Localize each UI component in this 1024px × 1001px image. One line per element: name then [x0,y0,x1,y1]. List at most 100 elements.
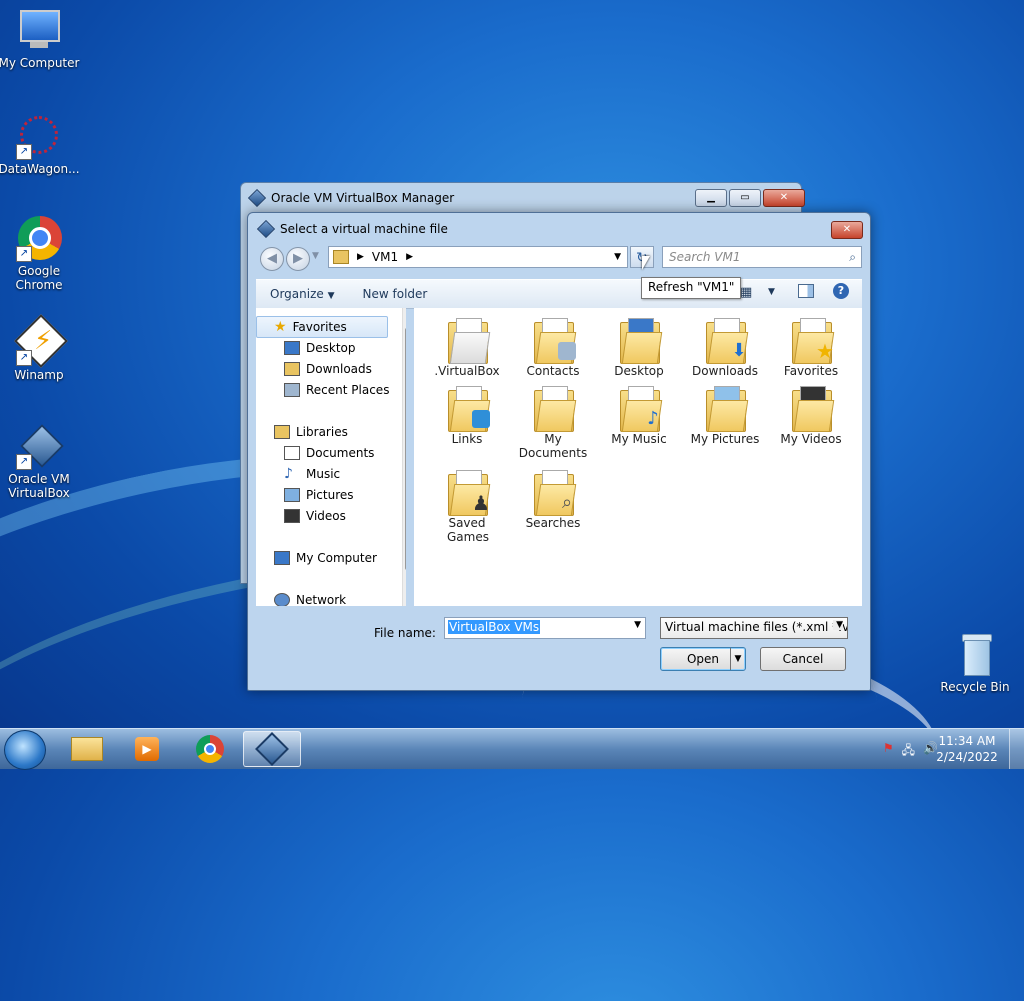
search-placeholder: Search VM1 [669,250,741,264]
breadcrumb-separator-icon[interactable]: ▶ [406,252,413,262]
nav-item-music[interactable]: ♪ Music [284,464,340,484]
back-button[interactable]: ◀ [260,247,284,271]
new-folder-button[interactable]: New folder [349,287,442,301]
window-title: Oracle VM VirtualBox Manager [271,191,455,205]
desktop-icon-datawagon[interactable]: ↗ DataWagon... [0,114,81,176]
network-icon[interactable]: 🖧 [902,741,915,762]
close-button[interactable]: ✕ [763,189,805,207]
nav-item-documents[interactable]: Documents [284,443,374,463]
folder-label: My Documents [518,432,588,460]
chrome-icon [196,735,224,763]
file-name-input[interactable]: VirtualBox VMs ▼ [444,617,646,639]
nav-scrollbar[interactable]: ▲ ▼ [402,308,406,606]
pictures-icon [284,488,300,502]
view-options-dropdown[interactable]: ▼ [768,287,775,297]
folder-desktop[interactable]: Desktop [596,318,682,378]
folder-favorites[interactable]: ★ Favorites [768,318,854,378]
address-bar[interactable]: ▶ VM1 ▶ ▼ [328,246,628,268]
desktop-icon-recycle-bin[interactable]: Recycle Bin [933,632,1017,694]
nav-label: Libraries [296,425,348,439]
desktop-icon-label: DataWagon... [0,162,80,176]
folder-label: My Music [611,432,667,446]
clock-date: 2/24/2022 [936,750,998,764]
search-icon[interactable]: ⌕ [849,247,856,267]
desktop-icon-virtualbox[interactable]: ↗ Oracle VM VirtualBox [0,424,81,500]
breadcrumb-separator-icon[interactable]: ▶ [357,252,364,262]
nav-item-desktop[interactable]: Desktop [284,338,356,358]
open-button[interactable]: Open ▼ [660,647,746,671]
folder-icon [333,250,349,264]
saved-games-folder-icon: ♟ [448,470,491,516]
start-button[interactable] [4,730,46,770]
nav-item-network[interactable]: Network [274,590,346,606]
minimize-button[interactable]: ▁ [695,189,727,207]
desktop-icon-winamp[interactable]: ⚡ ↗ Winamp [0,314,81,382]
cancel-button[interactable]: Cancel [760,647,846,671]
searches-folder-icon: ⌕ [534,470,577,516]
file-list-pane: .VirtualBox Contacts Desktop ⬇ Downloads… [414,308,862,606]
network-icon [274,593,290,606]
maximize-button[interactable]: ▭ [729,189,761,207]
taskbar-virtualbox[interactable] [243,731,301,767]
folder-saved-games[interactable]: ♟ Saved Games [424,470,510,544]
folder-virtualbox[interactable]: .VirtualBox [424,318,510,378]
nav-label: Network [296,593,347,606]
nav-item-recent-places[interactable]: Recent Places [284,380,389,400]
select-file-dialog[interactable]: Select a virtual machine file ✕ ◀ ▶ ▼ ▶ … [247,212,871,691]
nav-label: Downloads [306,362,372,376]
virtualbox-icon [247,188,267,208]
nav-label: Music [306,467,341,481]
open-label: Open [686,652,720,666]
change-view-icon[interactable]: ▦ [740,285,752,300]
nav-label: Favorites [292,320,347,334]
action-center-flag-icon[interactable]: ⚑ [883,741,894,762]
nav-item-downloads[interactable]: Downloads [284,359,372,379]
computer-icon [274,551,290,565]
nav-item-favorites[interactable]: ★ Favorites [274,317,347,337]
taskbar-chrome[interactable] [181,731,239,767]
taskbar-explorer[interactable] [58,731,116,767]
libraries-icon [274,425,290,439]
folder-links[interactable]: Links [424,386,510,446]
folder-contacts[interactable]: Contacts [510,318,596,378]
file-name-label: File name: [374,626,436,640]
desktop-icon-my-computer[interactable]: My Computer [0,8,81,70]
clock[interactable]: 11:34 AM 2/24/2022 [932,733,1002,765]
clock-time: 11:34 AM [938,734,996,748]
folder-label: Links [451,432,483,446]
folder-downloads[interactable]: ⬇ Downloads [682,318,768,378]
folder-label: Downloads [692,364,758,378]
documents-icon [284,446,300,460]
taskbar-media-player[interactable]: ▶ [118,731,176,767]
nav-item-my-computer[interactable]: My Computer [274,548,377,568]
links-folder-icon [448,386,491,432]
show-desktop-button[interactable] [1009,729,1024,769]
chevron-down-icon[interactable]: ▼ [634,620,641,630]
command-toolbar: Organize ▼ New folder ▦ ▼ ? [256,279,862,309]
nav-item-libraries[interactable]: Libraries [274,422,348,442]
organize-button[interactable]: Organize ▼ [256,287,349,301]
scrollbar-thumb[interactable] [405,328,406,570]
nav-item-pictures[interactable]: Pictures [284,485,354,505]
dialog-close-button[interactable]: ✕ [831,221,863,239]
recent-locations-dropdown[interactable]: ▼ [312,251,319,261]
nav-item-videos[interactable]: Videos [284,506,346,526]
file-type-select[interactable]: Virtual machine files (*.xml *.vb ▼ [660,617,848,639]
datawagon-icon: ↗ [16,114,62,160]
documents-folder-icon [534,386,577,432]
open-split-dropdown[interactable]: ▼ [730,648,745,670]
folder-my-pictures[interactable]: My Pictures [682,386,768,446]
forward-button[interactable]: ▶ [286,247,310,271]
address-dropdown-icon[interactable]: ▼ [614,252,621,262]
desktop-icon-google-chrome[interactable]: ↗ Google Chrome [0,216,81,292]
folder-searches[interactable]: ⌕ Searches [510,470,596,530]
search-input[interactable]: Search VM1 ⌕ [662,246,862,268]
chevron-down-icon[interactable]: ▼ [833,620,843,630]
folder-my-videos[interactable]: My Videos [768,386,854,446]
folder-my-documents[interactable]: My Documents [510,386,596,460]
breadcrumb-item[interactable]: VM1 [372,250,398,264]
preview-pane-icon[interactable] [798,284,814,298]
folder-my-music[interactable]: ♪ My Music [596,386,682,446]
winamp-icon: ⚡ ↗ [14,314,68,368]
help-icon[interactable]: ? [833,283,849,299]
